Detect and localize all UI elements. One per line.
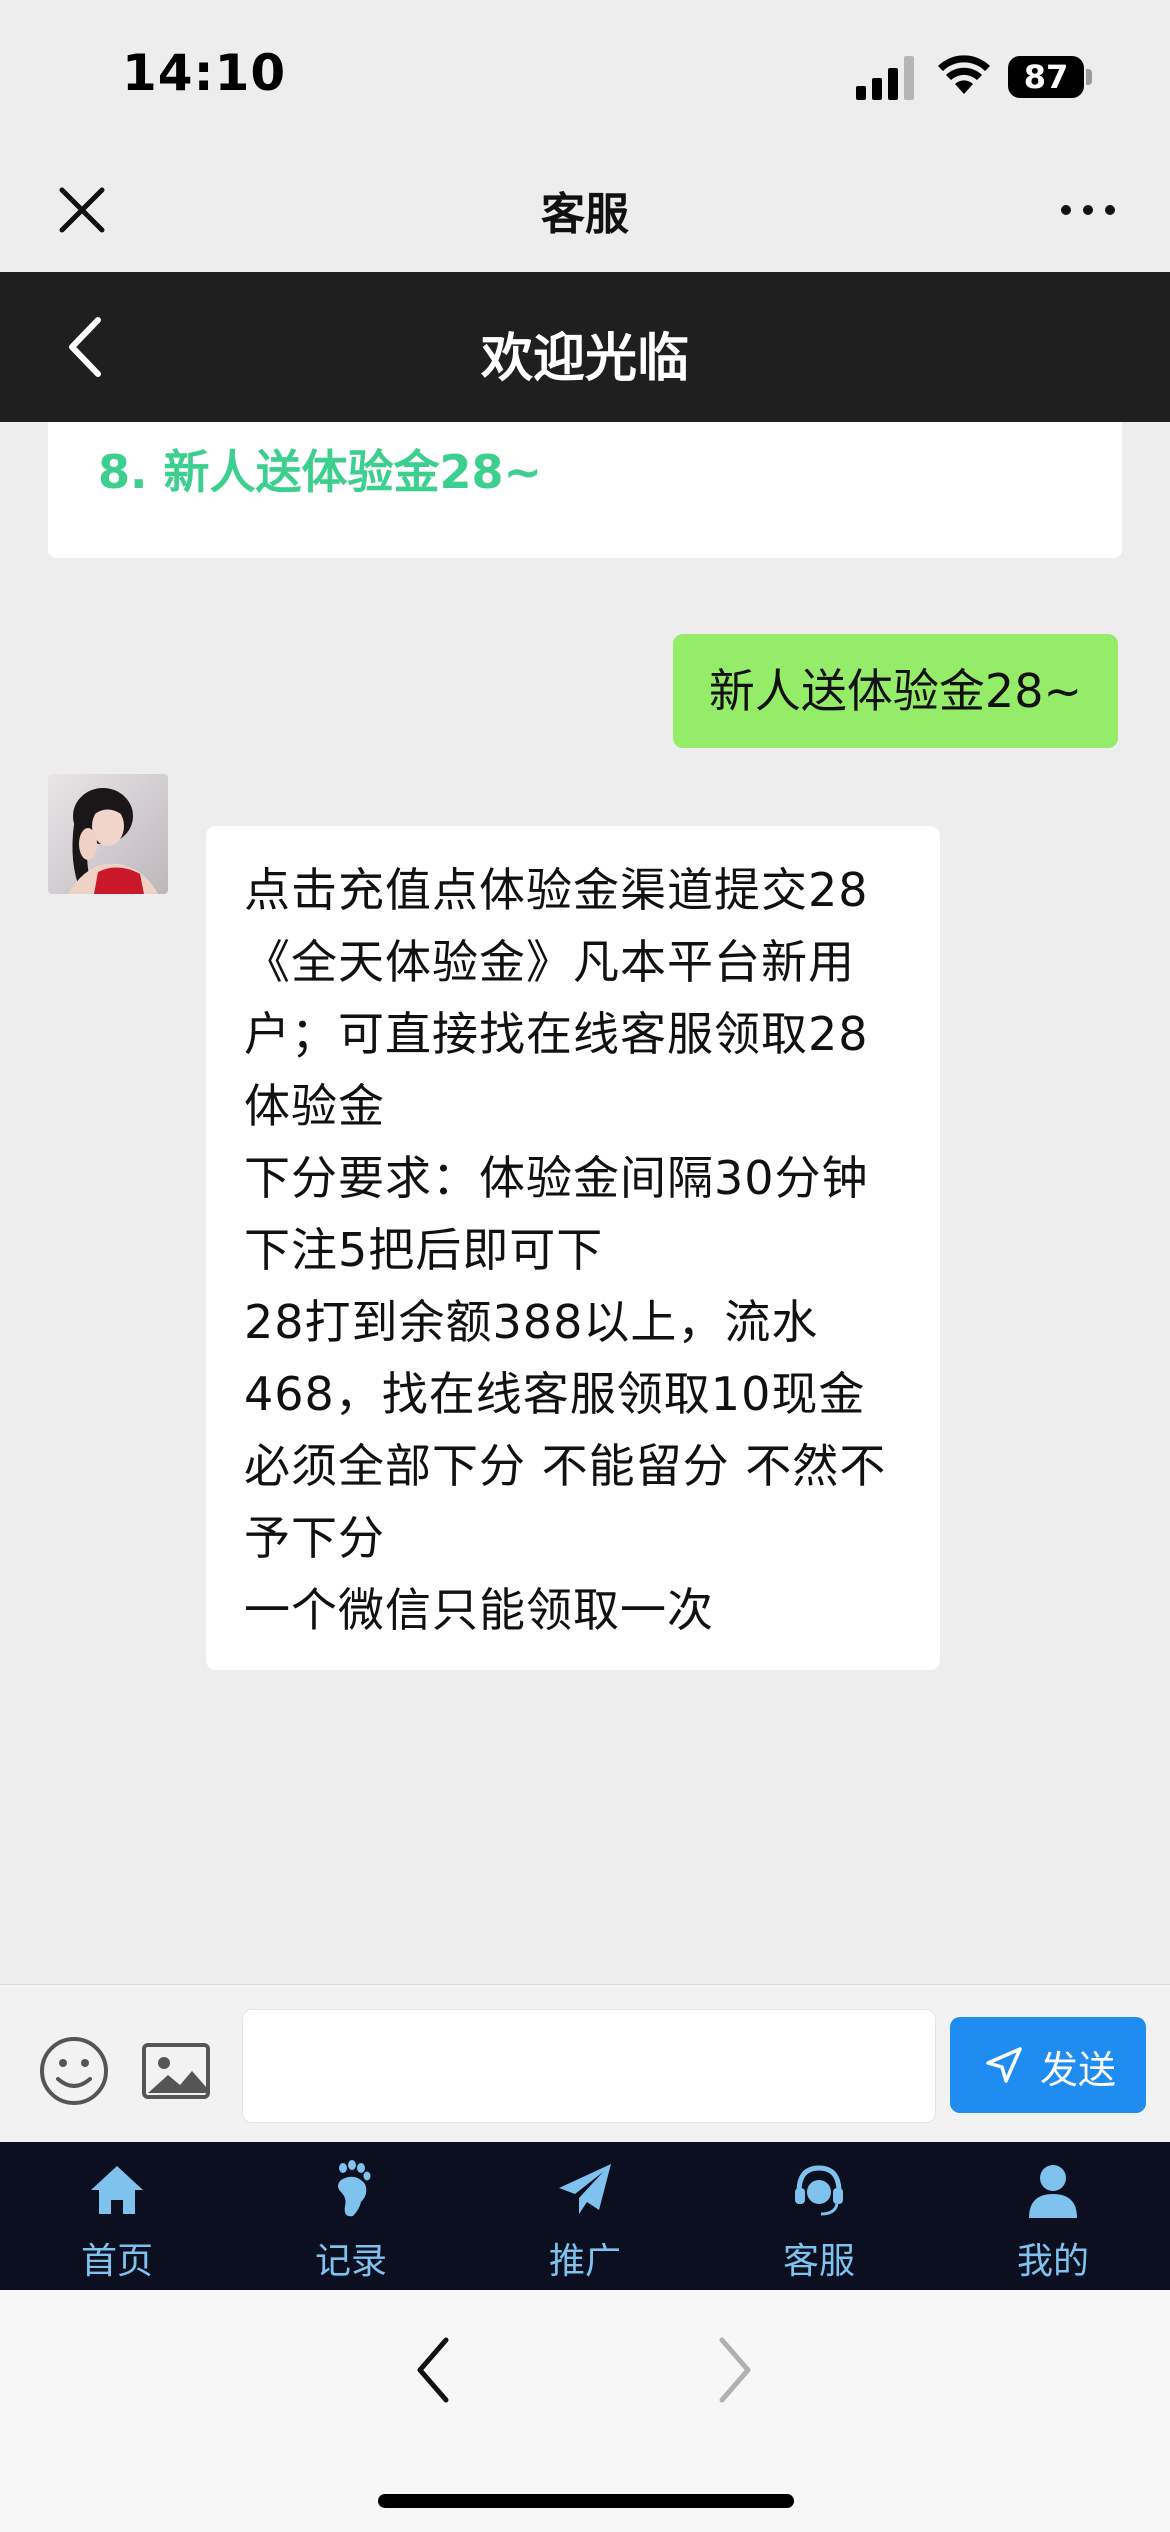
send-button[interactable]: 发送 [950,2017,1146,2113]
footprint-icon [338,2160,371,2217]
top-nav: 客服 [0,150,1170,272]
status-time: 14:10 [122,44,287,102]
bottom-tab-bar: 首页 记录 推广 客服 我的 [0,2142,1170,2290]
cellular-signal-icon [856,56,914,100]
tab-label: 我的 [1016,2241,1089,2282]
message-line: 必须全部下分 不能留分 不然不 [244,1439,887,1493]
app-root: 14:10 87 客服 欢迎光临 8. 新人送体验金28~ 新人送体验金28~ … [0,0,1170,2532]
message-input-bar: 发送 [0,1984,1170,2142]
send-label: 发送 [1040,2048,1117,2092]
avatar-image [48,774,168,894]
message-line: 一个微信只能领取一次 [244,1583,714,1637]
tab-customer-service[interactable]: 客服 [702,2142,936,2290]
previous-card-text: 8. 新人送体验金28~ [98,445,543,499]
tab-promote[interactable]: 推广 [468,2142,702,2290]
status-bar: 14:10 87 [0,0,1170,150]
tab-profile[interactable]: 我的 [936,2142,1170,2290]
message-line: 下注5把后即可下 [244,1223,604,1277]
tab-label: 记录 [314,2241,387,2282]
tab-label: 客服 [782,2241,855,2282]
tab-label: 首页 [80,2241,153,2282]
message-line: 体验金 [244,1079,385,1133]
outgoing-message-bubble: 新人送体验金28~ [672,634,1118,748]
message-line: 下分要求：体验金间隔30分钟 [244,1151,869,1205]
wifi-icon [938,55,990,94]
message-line: 《全天体验金》凡本平台新用 [244,935,855,989]
user-icon [1029,2165,1077,2218]
browser-toolbar [0,2290,1170,2532]
page-title: 客服 [541,189,629,240]
message-input[interactable] [242,2009,936,2123]
tab-home[interactable]: 首页 [0,2142,234,2290]
chat-area[interactable]: 8. 新人送体验金28~ 新人送体验金28~ 点击充值点体验金渠道提交28 《全… [0,422,1170,1984]
browser-forward-icon[interactable] [710,2330,760,2410]
incoming-message-bubble: 点击充值点体验金渠道提交28 《全天体验金》凡本平台新用 户；可直接找在线客服领… [206,826,940,1670]
message-line: 468，找在线客服领取10现金 [244,1367,866,1421]
agent-avatar[interactable] [48,774,168,894]
battery-icon: 87 [1008,56,1092,98]
image-icon[interactable] [140,2035,212,2107]
battery-level: 87 [1023,58,1069,96]
previous-message-card: 8. 新人送体验金28~ [48,422,1122,558]
message-line: 予下分 [244,1511,385,1565]
message-line: 28打到余额388以上，流水 [244,1295,819,1349]
message-line: 户；可直接找在线客服领取28 [244,1007,869,1061]
tab-records[interactable]: 记录 [234,2142,468,2290]
chat-header-title: 欢迎光临 [480,329,689,389]
message-line: 点击充值点体验金渠道提交28 [244,863,869,917]
browser-back-icon[interactable] [408,2330,458,2410]
send-icon [986,2047,1022,2083]
paper-plane-icon [559,2164,611,2214]
more-icon[interactable] [1058,200,1118,220]
tab-label: 推广 [548,2241,621,2282]
emoji-icon[interactable] [38,2035,110,2107]
headset-icon [795,2165,843,2216]
home-icon [91,2166,143,2214]
chat-header: 欢迎光临 [0,272,1170,422]
home-indicator[interactable] [378,2494,794,2508]
